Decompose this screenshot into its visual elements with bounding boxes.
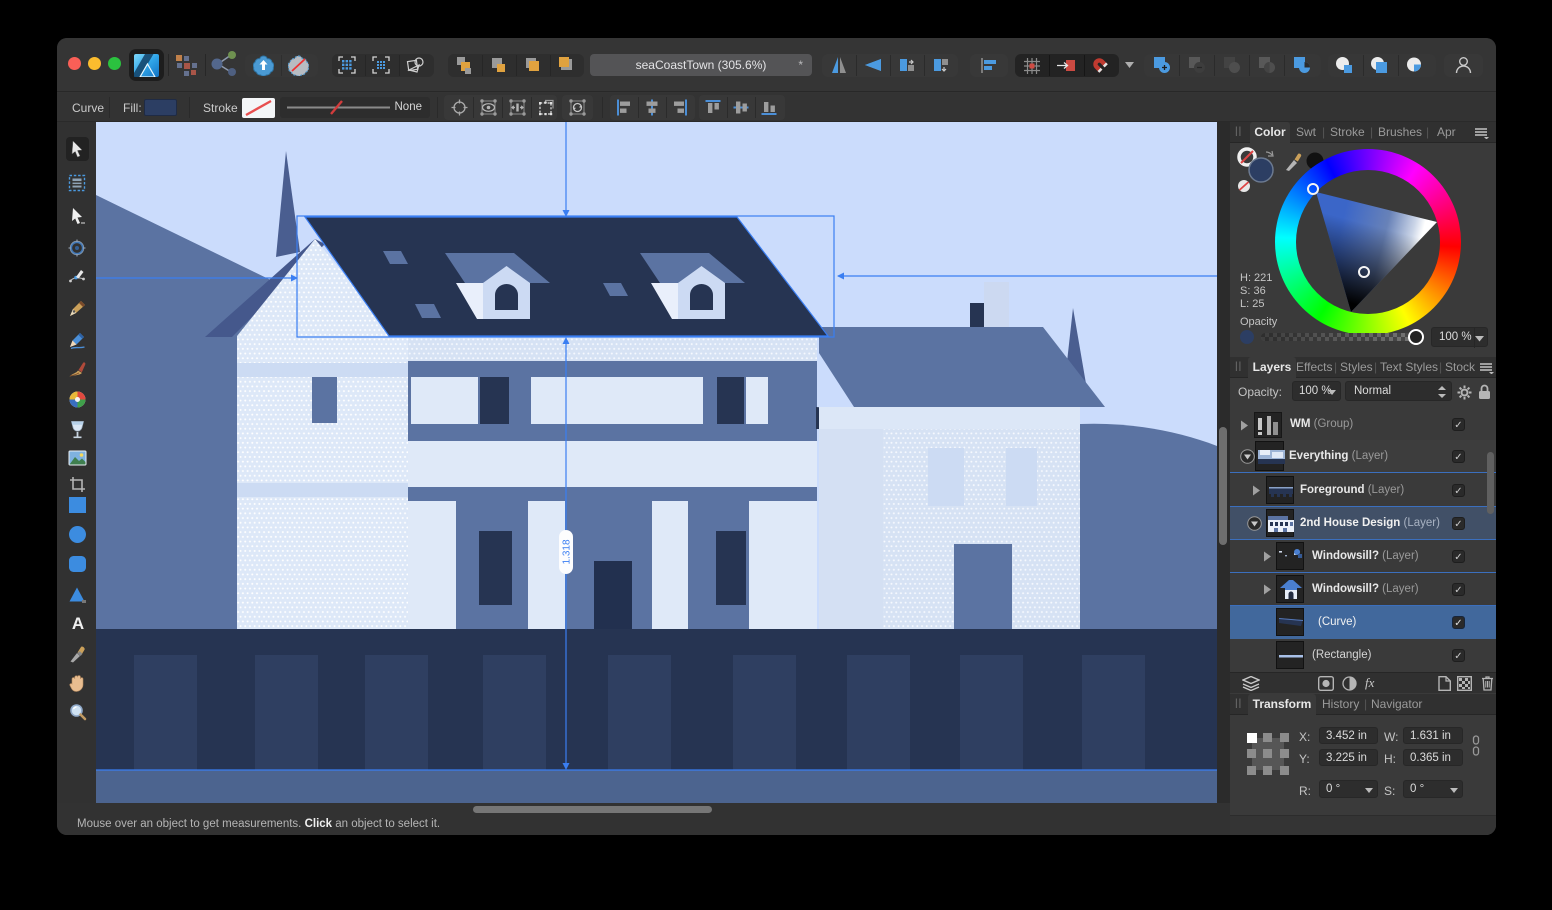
svg-text:1.318: 1.318 xyxy=(562,539,573,564)
